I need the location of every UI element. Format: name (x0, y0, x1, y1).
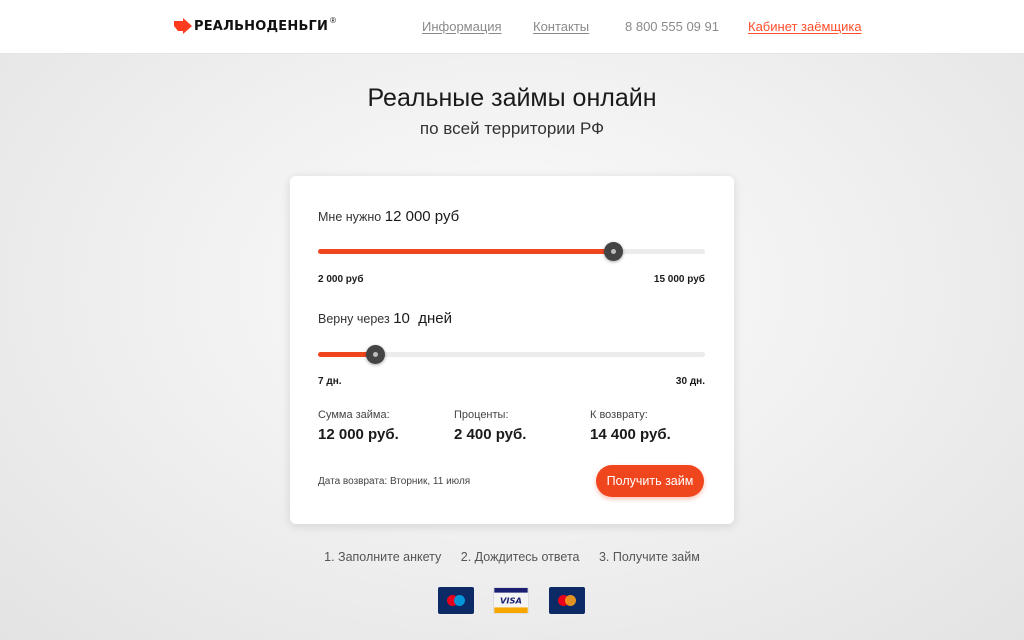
term-max-label: 30 дн. (675, 376, 705, 387)
term-prefix: Верну через (318, 312, 390, 326)
term-slider-handle[interactable] (366, 345, 386, 364)
loan-sum-value: 12 000 руб. (318, 426, 399, 443)
amount-prefix: Мне нужно (318, 210, 382, 224)
return-total-value: 14 400 руб. (590, 426, 671, 443)
logo-text: РЕАЛЬНОДЕНЬГИ (194, 18, 329, 34)
maestro-icon (438, 587, 474, 614)
interest-label: Проценты: (454, 409, 509, 421)
logo[interactable]: РЕАЛЬНОДЕНЬГИ ® (174, 16, 336, 36)
logo-arrow-icon (174, 18, 192, 34)
step-item: 1. Заполните анкету (324, 550, 442, 564)
amount-slider-fill (318, 249, 613, 254)
step-item: 2. Дождитесь ответа (460, 550, 580, 564)
step-item: 3. Получите займ (598, 550, 700, 564)
get-loan-button[interactable]: Получить займ (596, 465, 704, 497)
page-subtitle: по всей территории РФ (419, 119, 605, 138)
amount-value: 12 000 руб (384, 208, 460, 225)
return-date: Дата возврата: Вторник, 11 июля (318, 476, 471, 487)
amount-label: Мне нужно 12 000 руб (318, 208, 459, 225)
site-header: РЕАЛЬНОДЕНЬГИ ® Информация Контакты 8 80… (0, 0, 1024, 54)
amount-min-label: 2 000 руб (318, 274, 364, 285)
amount-max-label: 15 000 руб (653, 274, 705, 285)
phone-number[interactable]: 8 800 555 09 91 (625, 19, 719, 34)
page-title: Реальные займы онлайн (367, 84, 657, 112)
loan-calculator: Мне нужно 12 000 руб 2 000 руб 15 000 ру… (290, 176, 734, 524)
amount-slider[interactable] (318, 242, 705, 261)
steps-list: 1. Заполните анкету 2. Дождитесь ответа … (0, 550, 1024, 564)
cabinet-link[interactable]: Кабинет заёмщика (748, 19, 862, 34)
visa-text: VISA (500, 596, 522, 606)
return-total-label: К возврату: (590, 409, 648, 421)
nav-info-link[interactable]: Информация (422, 19, 502, 34)
logo-registered-mark: ® (330, 15, 337, 25)
term-min-label: 7 дн. (318, 376, 342, 387)
term-slider[interactable] (318, 345, 705, 364)
loan-sum-label: Сумма займа: (318, 409, 390, 421)
amount-slider-handle[interactable] (603, 242, 623, 261)
term-value: 10 дней (393, 310, 452, 327)
interest-value: 2 400 руб. (454, 426, 527, 443)
visa-icon: VISA (493, 587, 529, 614)
mastercard-icon (549, 587, 585, 614)
term-label: Верну через 10 дней (318, 310, 452, 327)
nav-contacts-link[interactable]: Контакты (533, 19, 589, 34)
